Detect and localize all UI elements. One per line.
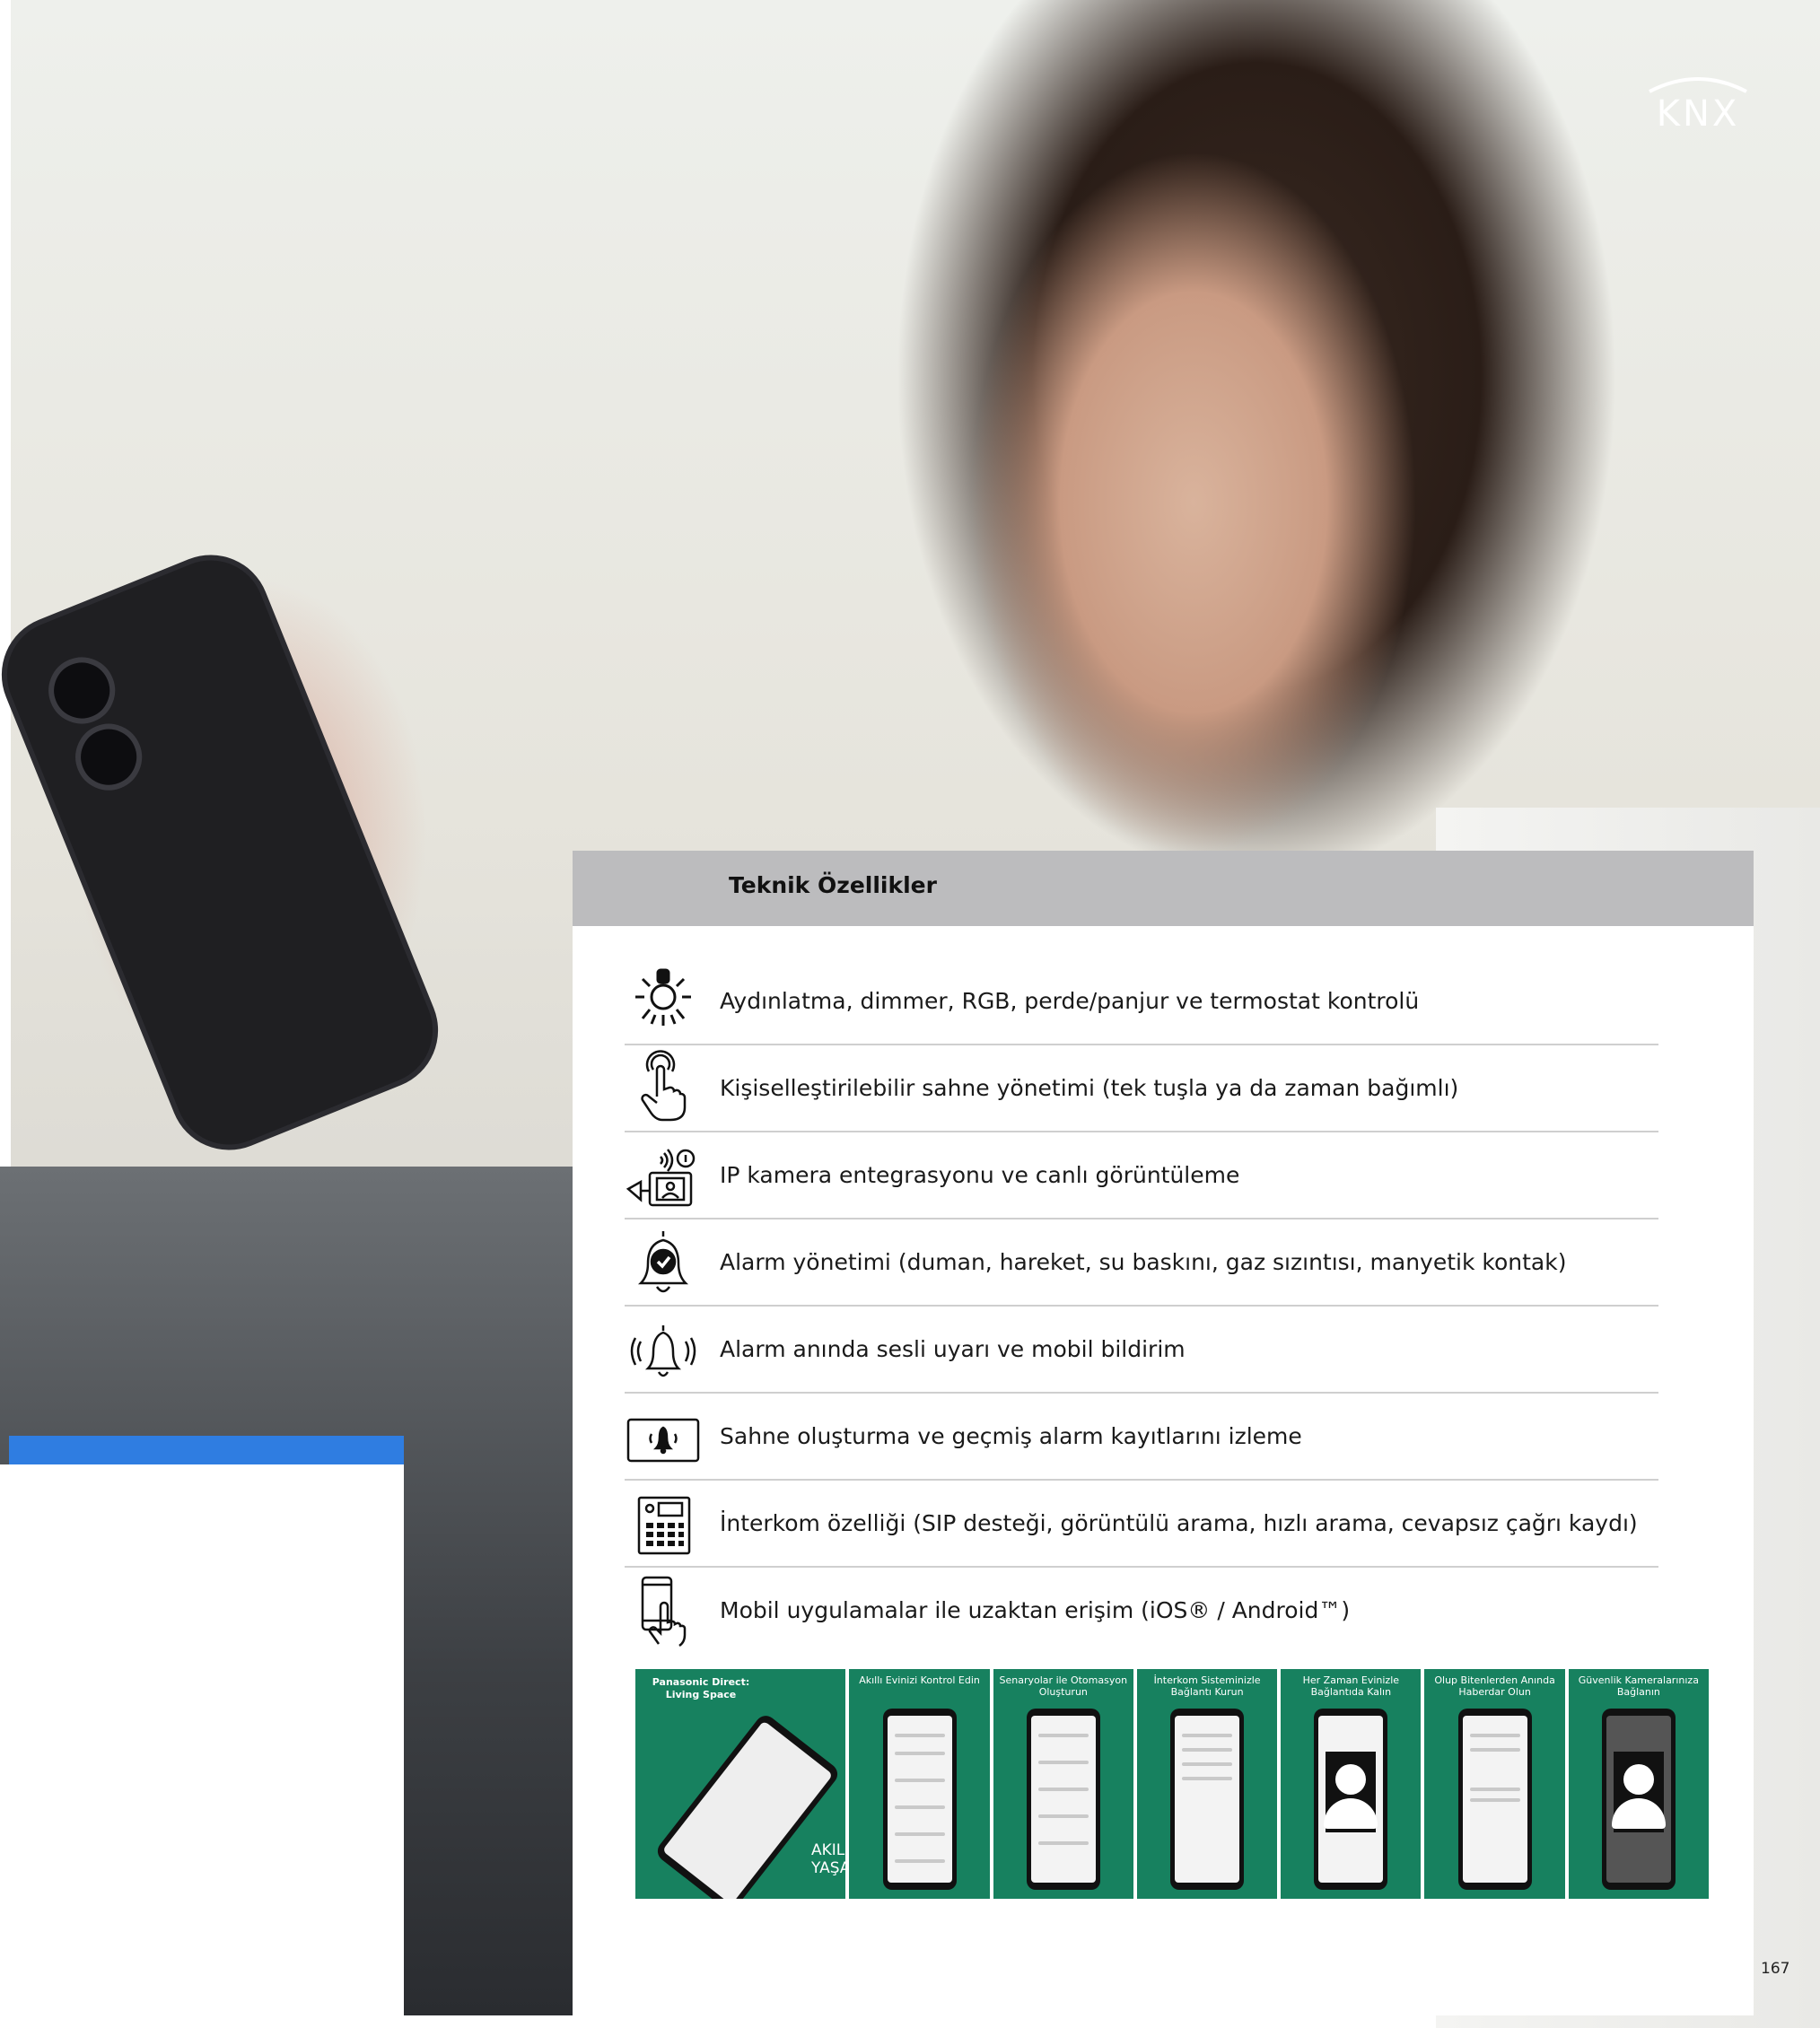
app-tile: Olup Bitenlerden Anında Haberdar Olun	[1424, 1669, 1565, 1899]
feature-text: Alarm anında sesli uyarı ve mobil bildir…	[720, 1336, 1186, 1362]
app-main-subtitle: AKILLI YAŞAM	[811, 1841, 846, 1877]
page-number: 167	[1761, 1960, 1790, 1978]
feature-item: Alarm yönetimi (duman, hareket, su baskı…	[625, 1219, 1658, 1307]
app-tile: Akıllı Evinizi Kontrol Edin	[849, 1669, 990, 1899]
alarm-panel-icon	[625, 1396, 723, 1477]
feature-text: IP kamera entegrasyonu ve canlı görüntül…	[720, 1162, 1240, 1188]
app-tile-caption: Güvenlik Kameralarınıza Bağlanın	[1578, 1674, 1699, 1698]
app-tile: Senaryolar ile Otomasyon Oluşturun	[993, 1669, 1133, 1899]
app-tile: Güvenlik Kameralarınıza Bağlanın	[1568, 1669, 1709, 1899]
app-tile-caption: İnterkom Sisteminizle Bağlantı Kurun	[1153, 1674, 1261, 1698]
feature-item: IP kamera entegrasyonu ve canlı görüntül…	[625, 1132, 1658, 1219]
app-tile-caption: Her Zaman Evinizle Bağlantıda Kalın	[1302, 1674, 1400, 1698]
camera-lens-icon	[39, 647, 126, 734]
blank-block	[0, 1464, 404, 2015]
app-tile-caption: Olup Bitenlerden Anında Haberdar Olun	[1434, 1674, 1555, 1698]
feature-item: Mobil uygulamalar ile uzaktan erişim (iO…	[625, 1568, 1658, 1653]
feature-item: Alarm anında sesli uyarı ve mobil bildir…	[625, 1307, 1658, 1394]
touch-hand-icon	[625, 1048, 723, 1129]
knx-logo-text: KNX	[1657, 93, 1740, 135]
mobile-touch-icon	[625, 1570, 723, 1651]
technical-features-panel: Teknik Özellikler Aydınlatma, dimmer, RG…	[573, 851, 1754, 2015]
ringing-bell-icon	[625, 1309, 723, 1390]
alarm-bell-check-icon	[625, 1222, 723, 1303]
camera-lens-icon	[65, 713, 153, 800]
app-main-title: Panasonic Direct: Living Space	[652, 1676, 750, 1700]
app-tile: Her Zaman Evinizle Bağlantıda Kalın	[1281, 1669, 1422, 1899]
panel-header: Teknik Özellikler	[573, 851, 1754, 926]
feature-text: Sahne oluşturma ve geçmiş alarm kayıtlar…	[720, 1423, 1302, 1449]
feature-item: Kişiselleştirilebilir sahne yönetimi (te…	[625, 1045, 1658, 1132]
accent-bar	[9, 1436, 404, 1464]
app-phone-image	[1601, 1709, 1676, 1890]
avatar	[1611, 1752, 1666, 1832]
feature-text: Alarm yönetimi (duman, hareket, su baskı…	[720, 1249, 1567, 1275]
feature-list: Aydınlatma, dimmer, RGB, perde/panjur ve…	[625, 958, 1658, 1653]
app-phone-image	[1457, 1709, 1532, 1890]
app-phone-image	[882, 1709, 957, 1890]
light-bulb-icon	[625, 961, 723, 1042]
feature-text: Mobil uygulamalar ile uzaktan erişim (iO…	[720, 1597, 1351, 1623]
app-phone-image	[1026, 1709, 1100, 1890]
knx-logo: KNX	[1641, 72, 1755, 135]
app-tile: İnterkom Sisteminizle Bağlantı Kurun	[1136, 1669, 1278, 1899]
feature-item: Aydınlatma, dimmer, RGB, perde/panjur ve…	[625, 958, 1658, 1045]
app-phone-image	[1170, 1709, 1245, 1890]
ip-camera-icon	[625, 1135, 723, 1216]
feature-item: Sahne oluşturma ve geçmiş alarm kayıtlar…	[625, 1394, 1658, 1481]
app-tile-main: Panasonic Direct: Living Space AKILLI YA…	[635, 1669, 846, 1899]
feature-text: İnterkom özelliği (SIP desteği, görüntül…	[720, 1510, 1638, 1536]
app-phone-image	[1314, 1709, 1388, 1890]
app-tile-caption: Senaryolar ile Otomasyon Oluşturun	[999, 1674, 1128, 1698]
feature-item: İnterkom özelliği (SIP desteği, görüntül…	[625, 1481, 1658, 1568]
feature-text: Kişiselleştirilebilir sahne yönetimi (te…	[720, 1075, 1459, 1101]
panel-title: Teknik Özellikler	[729, 872, 937, 898]
intercom-keypad-icon	[625, 1483, 723, 1564]
app-tile-caption: Akıllı Evinizi Kontrol Edin	[859, 1674, 980, 1686]
app-screenshot-strip: Panasonic Direct: Living Space AKILLI YA…	[635, 1669, 1709, 1899]
avatar	[1324, 1752, 1378, 1832]
feature-text: Aydınlatma, dimmer, RGB, perde/panjur ve…	[720, 988, 1420, 1014]
